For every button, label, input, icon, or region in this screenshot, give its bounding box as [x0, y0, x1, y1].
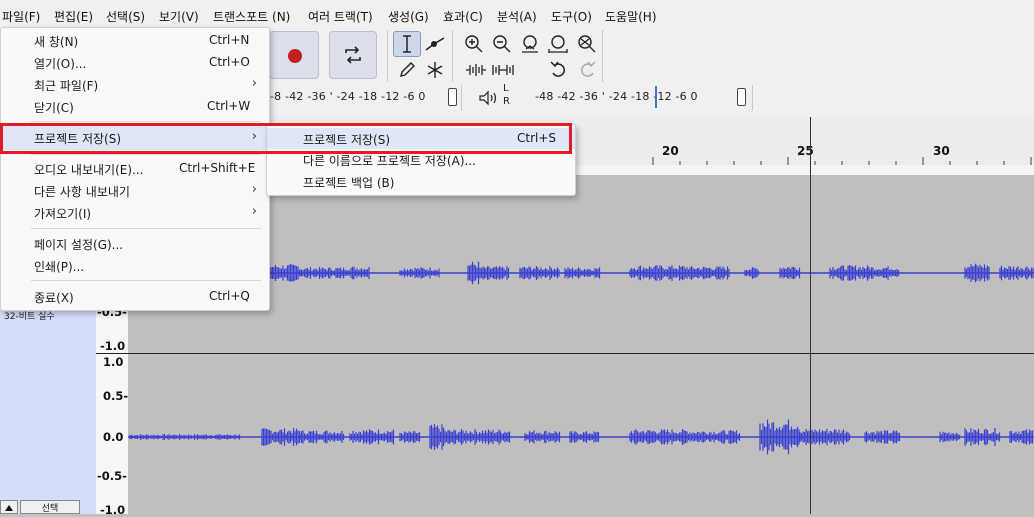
scale-lower-neg-half: -0.5- [97, 469, 127, 483]
envelope-tool-icon[interactable] [421, 31, 449, 57]
silence-audio-icon[interactable] [489, 57, 517, 83]
menu-item-label: 최근 파일(F) [34, 79, 99, 93]
select-track-label: 선택 [41, 504, 59, 514]
menu-item-label: 페이지 설정(G)... [34, 238, 124, 252]
menu-item-label: 프로젝트 백업 (B) [303, 176, 395, 190]
menu-item-shortcut: Ctrl+Q [209, 289, 250, 303]
menu-item-label: 닫기(C) [34, 101, 74, 115]
chevron-right-icon: › [251, 204, 257, 219]
menu-item-export-audio[interactable]: 오디오 내보내기(E)... Ctrl+Shift+E [1, 158, 269, 179]
trim-audio-icon[interactable] [462, 57, 490, 83]
fit-project-icon[interactable] [544, 31, 572, 57]
menu-item-shortcut: Ctrl+Shift+E [179, 161, 256, 175]
fit-selection-icon[interactable] [516, 31, 544, 57]
menu-item-label: 새 창(N) [34, 35, 79, 49]
menu-analyze[interactable]: 분석(A) [497, 8, 537, 25]
select-track-button[interactable]: 선택 [20, 500, 80, 514]
undo-icon[interactable] [545, 57, 573, 83]
menu-view[interactable]: 보기(V) [159, 8, 199, 25]
menu-item-export-other[interactable]: 다른 사항 내보내기 › [1, 180, 269, 201]
menu-item-label: 다른 이름으로 프로젝트 저장(A)... [303, 154, 476, 168]
menu-item-label: 다른 사항 내보내기 [34, 185, 130, 199]
menu-generate[interactable]: 생성(G) [388, 8, 429, 25]
playback-meter-scale: -48 -42 -36 ' -24 -18 -12 -6 0 [535, 90, 698, 103]
menu-transport[interactable]: 트랜스포트 (N) [213, 8, 290, 25]
menu-item-label: 가져오기(I) [34, 207, 92, 221]
menu-item-shortcut: Ctrl+W [207, 99, 251, 113]
menu-item-label: 오디오 내보내기(E)... [34, 163, 144, 177]
menu-tracks[interactable]: 여러 트랙(T) [308, 8, 373, 25]
menu-item-shortcut: Ctrl+N [209, 33, 250, 47]
menu-item-close[interactable]: 닫기(C) Ctrl+W [1, 96, 269, 117]
menu-file[interactable]: 파일(F) [2, 8, 40, 25]
meter-right-channel: R [503, 96, 511, 107]
menu-item-label: 열기(O)... [34, 57, 87, 71]
highlight-box [0, 123, 572, 154]
record-icon [288, 49, 302, 63]
collapse-track-button[interactable] [0, 500, 18, 514]
cursor-line [810, 175, 811, 514]
menu-item-label: 인쇄(P)... [34, 260, 85, 274]
menu-item-import[interactable]: 가져오기(I) › [1, 202, 269, 223]
submenu-item-backup-project[interactable]: 프로젝트 백업 (B) [267, 171, 575, 192]
chevron-right-icon: › [251, 182, 257, 197]
record-meter-scale: -8 -42 -36 ' -24 -18 -12 -6 0 [270, 90, 426, 103]
menu-select[interactable]: 선택(S) [106, 8, 145, 25]
menu-effect[interactable]: 효과(C) [443, 8, 483, 25]
menu-item-print[interactable]: 인쇄(P)... [1, 255, 269, 276]
selection-tool-icon[interactable] [393, 31, 421, 57]
triangle-up-icon [5, 505, 13, 511]
menu-tools[interactable]: 도구(O) [551, 8, 592, 25]
draw-tool-icon[interactable] [393, 57, 421, 83]
scale-lower-half: 0.5- [103, 389, 129, 403]
menu-item-label: 종료(X) [34, 291, 74, 305]
menu-item-new-window[interactable]: 새 창(N) Ctrl+N [1, 30, 269, 51]
scale-lower-zero: 0.0 [103, 430, 124, 444]
channel-divider [128, 353, 1034, 354]
menu-item-open[interactable]: 열기(O)... Ctrl+O [1, 52, 269, 73]
playback-meter-slider[interactable] [737, 88, 746, 106]
menu-item-exit[interactable]: 종료(X) Ctrl+Q [1, 286, 269, 307]
multi-tool-icon[interactable] [421, 57, 449, 83]
meter-left-channel: L [503, 83, 509, 94]
loop-icon [345, 46, 361, 64]
playback-meter-marker [655, 86, 657, 108]
menu-item-shortcut: Ctrl+O [209, 55, 250, 69]
menu-edit[interactable]: 편집(E) [54, 8, 93, 25]
speaker-icon[interactable] [474, 85, 502, 111]
zoom-toggle-icon[interactable] [572, 31, 600, 57]
scale-lower-one: 1.0 [103, 355, 124, 369]
file-menu: 새 창(N) Ctrl+N 열기(O)... Ctrl+O 최근 파일(F) ›… [0, 27, 270, 311]
scale-lower-neg-one: -1.0 [100, 503, 126, 517]
menu-item-recent-files[interactable]: 최근 파일(F) › [1, 74, 269, 95]
menubar: 파일(F) 편집(E) 선택(S) 보기(V) 트랜스포트 (N) 여러 트랙(… [0, 5, 1034, 27]
menu-help[interactable]: 도움말(H) [605, 8, 657, 25]
redo-icon[interactable] [573, 57, 601, 83]
menu-item-page-setup[interactable]: 페이지 설정(G)... [1, 233, 269, 254]
record-meter-slider[interactable] [448, 88, 457, 106]
loop-button[interactable] [329, 31, 377, 79]
record-button[interactable] [269, 31, 319, 79]
scale-upper-neg-one: -1.0 [100, 339, 126, 353]
zoom-out-icon[interactable] [488, 31, 516, 57]
cursor-line-ruler [810, 117, 811, 175]
chevron-right-icon: › [251, 76, 257, 91]
zoom-in-icon[interactable] [460, 31, 488, 57]
